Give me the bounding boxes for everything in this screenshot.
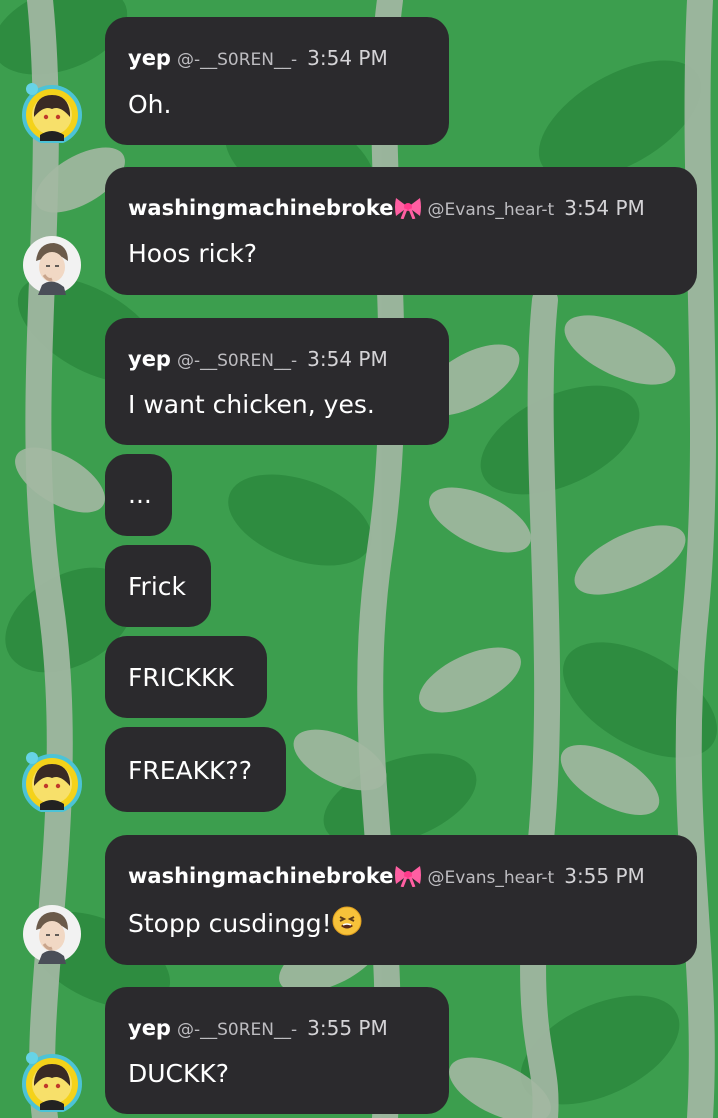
timestamp: 3:54 PM	[307, 46, 388, 70]
yep-avatar[interactable]	[22, 1052, 82, 1112]
username[interactable]: yep	[128, 46, 171, 70]
username[interactable]: yep	[128, 347, 171, 371]
message-text: Stopp cusdingg!	[128, 909, 332, 938]
user-handle: @Evans_hear-t	[427, 200, 555, 220]
timestamp: 3:55 PM	[564, 864, 645, 888]
message-text: Hoos rick?	[128, 239, 258, 268]
message-text-row: Stopp cusdingg!	[128, 906, 362, 943]
message-text: FREAKK??	[128, 756, 252, 785]
message-text: Oh.	[128, 90, 172, 119]
yep-avatar[interactable]	[22, 83, 82, 143]
washing-avatar[interactable]	[22, 235, 82, 295]
washing-avatar[interactable]	[22, 904, 82, 964]
message-header: washingmachinebroke @Evans_hear-t 3:55 PM	[128, 863, 645, 893]
message-bubble[interactable]: yep @-__S0REN__- 3:54 PM I want chicken, y…	[105, 318, 449, 445]
user-handle: @-__S0REN__-	[176, 1020, 298, 1040]
message-bubble[interactable]: ...	[105, 454, 172, 536]
timestamp: 3:55 PM	[307, 1016, 388, 1040]
bow-emoji-icon	[394, 195, 422, 225]
username[interactable]: yep	[128, 1016, 171, 1040]
message-text: I want chicken, yes.	[128, 390, 375, 419]
message-bubble[interactable]: washingmachinebroke @Evans_hear-t 3:54 PM …	[105, 167, 697, 295]
yep-avatar-icon	[22, 83, 82, 143]
washing-avatar-icon	[23, 905, 81, 964]
message-text: DUCKK?	[128, 1059, 230, 1088]
message-bubble[interactable]: Frick	[105, 545, 211, 627]
yep-avatar-icon	[22, 752, 82, 812]
message-bubble[interactable]: FREAKK??	[105, 727, 286, 812]
bow-emoji-icon	[394, 863, 422, 893]
yep-avatar[interactable]	[22, 752, 82, 812]
message-bubble[interactable]: yep @-__S0REN__- 3:54 PM Oh.	[105, 17, 449, 145]
username[interactable]: washingmachinebroke	[128, 864, 394, 888]
washing-avatar-icon	[23, 236, 81, 295]
tired-face-emoji-icon	[332, 906, 362, 943]
message-header: washingmachinebroke @Evans_hear-t 3:54 PM	[128, 195, 645, 225]
user-handle: @-__S0REN__-	[176, 351, 298, 371]
message-header: yep @-__S0REN__- 3:54 PM	[128, 346, 388, 374]
message-text: ...	[128, 480, 152, 509]
timestamp: 3:54 PM	[564, 196, 645, 220]
message-text: Frick	[128, 572, 187, 601]
username[interactable]: washingmachinebroke	[128, 196, 394, 220]
message-bubble[interactable]: yep @-__S0REN__- 3:55 PM DUCKK?	[105, 987, 449, 1114]
message-bubble[interactable]: washingmachinebroke @Evans_hear-t 3:55 PM …	[105, 835, 697, 965]
message-text: FRICKKK	[128, 663, 234, 692]
timestamp: 3:54 PM	[307, 347, 388, 371]
user-handle: @-__S0REN__-	[176, 50, 298, 70]
message-header: yep @-__S0REN__- 3:55 PM	[128, 1015, 388, 1043]
message-bubble[interactable]: FRICKKK	[105, 636, 267, 718]
yep-avatar-icon	[22, 1052, 82, 1112]
user-handle: @Evans_hear-t	[427, 868, 555, 888]
message-header: yep @-__S0REN__- 3:54 PM	[128, 45, 388, 73]
